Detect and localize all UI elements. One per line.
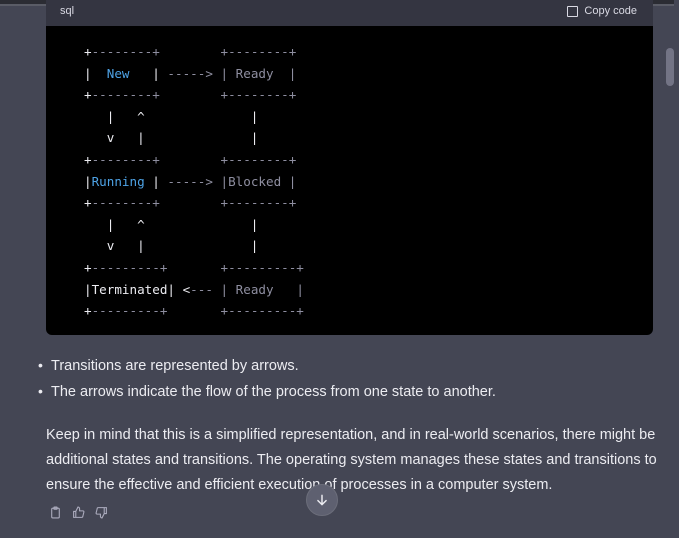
code-token: + (84, 151, 92, 167)
code-token: |Terminated| < (84, 281, 191, 297)
scroll-to-bottom-button[interactable] (306, 484, 338, 516)
list-item-text: The arrows indicate the flow of the proc… (51, 384, 496, 400)
code-token: v | | (84, 130, 259, 146)
code-token: --------+ +--------+ (91, 151, 297, 167)
code-line: v | | (84, 235, 304, 257)
thumbs-down-button[interactable] (94, 505, 109, 520)
bullet-dot: • (38, 383, 43, 399)
thumbs-down-icon (95, 507, 107, 519)
code-line: +--------+ +--------+ (84, 41, 304, 63)
code-line: +---------+ +---------+ (84, 300, 304, 322)
thumbs-up-icon (73, 506, 85, 518)
code-token: +--------+ (220, 44, 297, 59)
code-token: -----> (167, 65, 221, 81)
code-token: -----> (167, 173, 221, 189)
code-line: |Running | -----> |Blocked | (84, 171, 304, 193)
code-line: | ^ | (84, 106, 304, 128)
code-token: | (84, 173, 92, 189)
list-item-text: Transitions are represented by arrows. (51, 358, 299, 374)
code-token: New (106, 65, 130, 81)
code-token: v | | (84, 238, 259, 254)
code-token: | (144, 173, 168, 189)
code-token: + (84, 259, 92, 275)
arrow-down-icon (317, 494, 327, 506)
code-content: +--------+ +--------+ | New | -----> | Re… (84, 41, 304, 322)
code-token: -------- (91, 44, 153, 59)
code-token: | (129, 65, 168, 81)
code-line: | New | -----> | Ready | (84, 63, 304, 85)
code-block: sql Copy code +--------+ +--------+ | New… (46, 0, 653, 335)
clipboard-icon (567, 5, 579, 17)
thumbs-up-button[interactable] (71, 505, 86, 520)
code-token: | ^ | (84, 108, 259, 124)
message-actions (48, 505, 109, 520)
code-block-header: sql Copy code (46, 0, 653, 26)
code-token: |Blocked | (220, 173, 297, 189)
code-token: + (152, 44, 221, 59)
copy-response-button[interactable] (48, 505, 63, 520)
code-line: +--------+ +--------+ (84, 84, 304, 106)
code-token: ---------+ +---------+ (91, 303, 304, 319)
code-token: | Ready | (220, 65, 297, 81)
code-token: | Ready | (220, 281, 304, 297)
code-token: + (84, 44, 92, 59)
code-token: | ^ | (84, 216, 259, 232)
response-paragraph: Keep in mind that this is a simplified r… (46, 427, 657, 493)
bullet-dot: • (38, 357, 43, 373)
copy-code-label: Copy code (584, 5, 637, 17)
code-line: |Terminated| <--- | Ready | (84, 279, 304, 301)
code-line: +---------+ +---------+ (84, 257, 304, 279)
scrollbar-thumb[interactable] (666, 48, 674, 86)
copy-code-button[interactable]: Copy code (567, 5, 637, 17)
clipboard-icon (51, 506, 60, 519)
code-token: | (84, 65, 107, 81)
code-token: + (84, 87, 92, 103)
code-line: v | | (84, 127, 304, 149)
code-token: Running (91, 173, 145, 189)
code-token: + (84, 195, 92, 211)
code-token: + (84, 303, 92, 319)
code-line: +--------+ +--------+ (84, 192, 304, 214)
code-language-label: sql (60, 5, 75, 17)
code-line: +--------+ +--------+ (84, 149, 304, 171)
code-token: ---------+ +---------+ (91, 259, 304, 275)
code-token: --------+ +--------+ (91, 87, 297, 103)
code-line: | ^ | (84, 214, 304, 236)
code-token: --- (190, 281, 221, 297)
code-token: --------+ +--------+ (91, 195, 297, 211)
